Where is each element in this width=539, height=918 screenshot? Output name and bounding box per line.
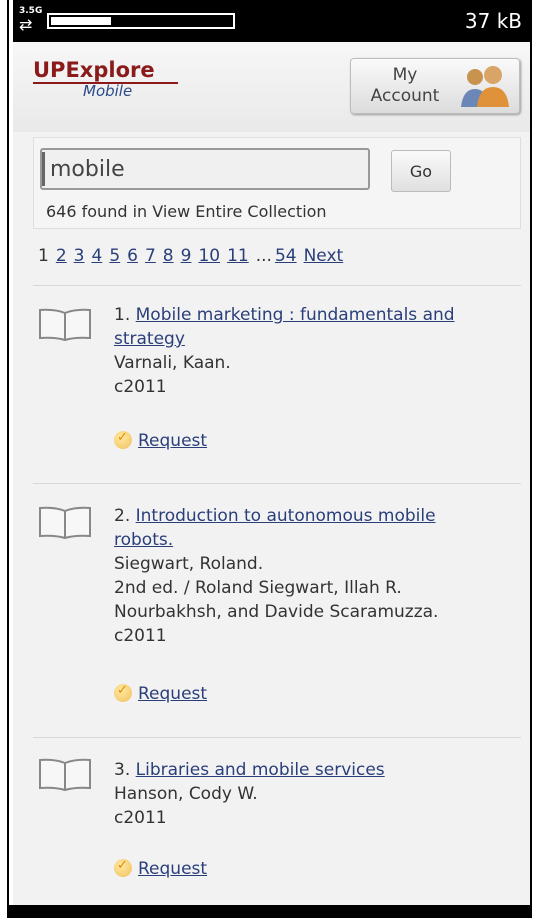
page-link[interactable]: 8 bbox=[163, 246, 174, 266]
data-transfer-icon: ⇄ bbox=[19, 15, 33, 34]
search-input-caret bbox=[42, 152, 45, 186]
result-year: c2011 bbox=[114, 377, 167, 397]
page-link[interactable]: 11 bbox=[227, 246, 249, 266]
page-link[interactable]: 3 bbox=[74, 246, 85, 266]
request-link[interactable]: Request bbox=[138, 684, 207, 704]
page-link[interactable]: 6 bbox=[127, 246, 138, 266]
my-account-line2: Account bbox=[370, 86, 440, 106]
page-link[interactable]: 2 bbox=[56, 246, 67, 266]
users-icon bbox=[461, 66, 509, 107]
status-bar: 3.5G ⇄ 37 kB bbox=[13, 0, 530, 42]
signal-strength-bar bbox=[47, 13, 235, 29]
page-link[interactable]: 4 bbox=[91, 246, 102, 266]
result-edition: 2nd ed. / Roland Siegwart, Illah R. Nour… bbox=[114, 578, 439, 622]
logo-subtitle: Mobile bbox=[83, 82, 133, 100]
my-account-label: My Account bbox=[365, 65, 445, 107]
page-ellipsis: ... bbox=[255, 246, 272, 266]
logo-title: UPExplore bbox=[33, 58, 155, 82]
device-frame-left bbox=[0, 0, 9, 918]
next-page-link[interactable]: Next bbox=[304, 246, 344, 266]
result-title-link[interactable]: Libraries and mobile services bbox=[136, 760, 385, 780]
page-link-last[interactable]: 54 bbox=[275, 246, 297, 266]
result-author: Hanson, Cody W. bbox=[114, 784, 258, 804]
result-item: 1. Mobile marketing : fundamentals and s… bbox=[114, 303, 499, 399]
network-icon: 3.5G ⇄ bbox=[19, 6, 42, 36]
page-link[interactable]: 7 bbox=[145, 246, 156, 266]
device-frame-bottom bbox=[9, 905, 530, 918]
page-current: 1 bbox=[38, 246, 49, 266]
my-account-line1: My bbox=[392, 65, 418, 85]
page-link[interactable]: 10 bbox=[198, 246, 220, 266]
request-link[interactable]: Request bbox=[138, 859, 207, 879]
upexplore-logo[interactable]: UPExplore Mobile bbox=[33, 58, 183, 108]
phone-screen: 3.5G ⇄ 37 kB UPExplore Mobile My Account… bbox=[13, 0, 530, 905]
book-icon bbox=[39, 308, 91, 341]
data-counter: 37 kB bbox=[464, 9, 522, 33]
request-button[interactable]: Request bbox=[114, 683, 207, 704]
search-input[interactable] bbox=[40, 148, 370, 190]
book-icon bbox=[39, 758, 91, 791]
result-author: Siegwart, Roland. bbox=[114, 554, 264, 574]
go-button[interactable]: Go bbox=[391, 150, 451, 192]
result-title-link[interactable]: Introduction to autonomous mobile robots… bbox=[114, 506, 436, 550]
signal-strength-fill bbox=[51, 17, 111, 25]
result-item: 2. Introduction to autonomous mobile rob… bbox=[114, 504, 499, 648]
page-link[interactable]: 5 bbox=[109, 246, 120, 266]
result-year: c2011 bbox=[114, 626, 167, 646]
result-title-line: 2. Introduction to autonomous mobile rob… bbox=[114, 504, 499, 552]
result-author: Varnali, Kaan. bbox=[114, 353, 231, 373]
check-icon bbox=[114, 683, 132, 702]
request-button[interactable]: Request bbox=[114, 858, 207, 879]
result-count-text: 646 found in View Entire Collection bbox=[46, 202, 327, 221]
result-divider bbox=[33, 483, 521, 484]
result-divider bbox=[33, 737, 521, 738]
request-link[interactable]: Request bbox=[138, 431, 207, 451]
result-title-link[interactable]: Mobile marketing : fundamentals and stra… bbox=[114, 305, 455, 349]
page-link[interactable]: 9 bbox=[181, 246, 192, 266]
check-icon bbox=[114, 858, 132, 877]
result-title-line: 3. Libraries and mobile services bbox=[114, 758, 499, 782]
request-button[interactable]: Request bbox=[114, 430, 207, 451]
book-icon bbox=[39, 506, 91, 539]
result-number: 2. bbox=[114, 506, 131, 526]
result-title-line: 1. Mobile marketing : fundamentals and s… bbox=[114, 303, 499, 351]
result-number: 1. bbox=[114, 305, 131, 325]
device-frame-right bbox=[530, 0, 539, 918]
result-year: c2011 bbox=[114, 808, 167, 828]
pagination: 1 2 3 4 5 6 7 8 9 10 11... 54 Next bbox=[38, 246, 350, 270]
my-account-button[interactable]: My Account bbox=[350, 58, 520, 114]
check-icon bbox=[114, 430, 132, 449]
result-divider bbox=[33, 285, 521, 286]
result-number: 3. bbox=[114, 760, 131, 780]
result-item: 3. Libraries and mobile services Hanson,… bbox=[114, 758, 499, 830]
